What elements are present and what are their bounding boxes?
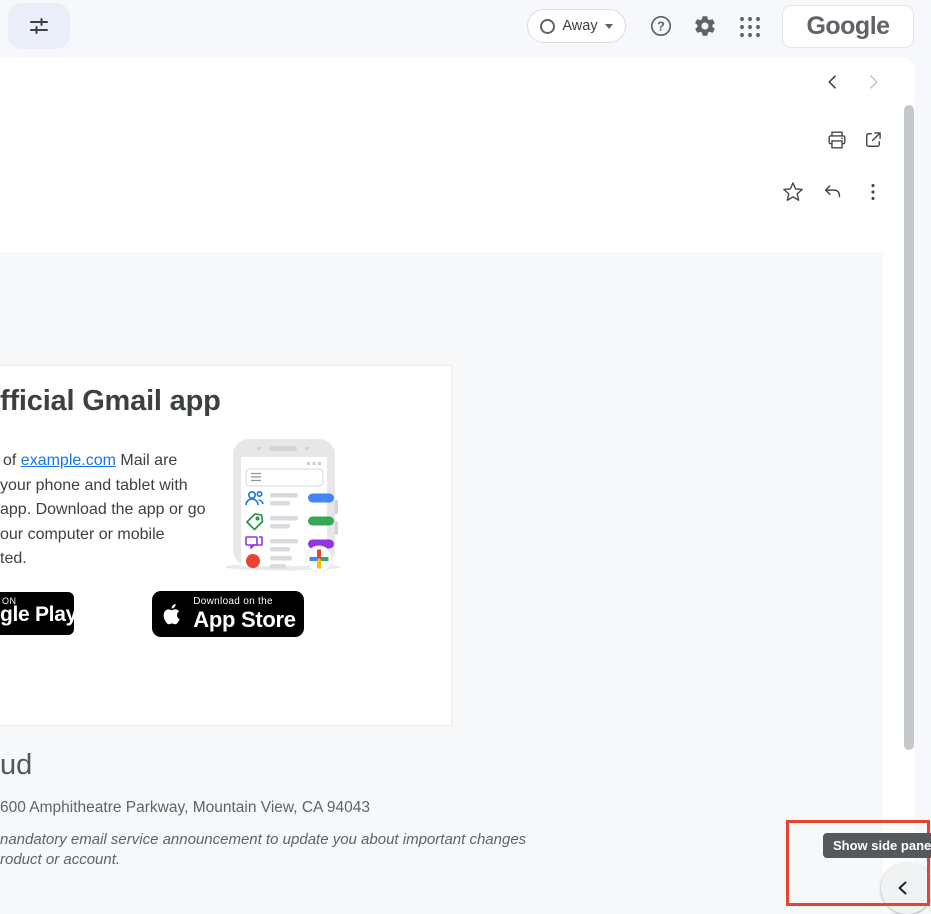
app-store-badge-main-text: App Store bbox=[193, 609, 295, 631]
help-button[interactable]: ? bbox=[648, 13, 674, 39]
paragraph-line: of example.com Mail are bbox=[0, 449, 205, 474]
paragraph-line: ted. bbox=[0, 547, 205, 572]
google-play-badge[interactable]: ON gle Play bbox=[0, 592, 74, 635]
google-logo: Google bbox=[806, 12, 889, 41]
settings-button[interactable] bbox=[692, 13, 718, 39]
star-icon bbox=[782, 181, 804, 203]
promo-heading: fficial Gmail app bbox=[0, 384, 221, 418]
open-in-new-button[interactable] bbox=[861, 128, 885, 152]
email-footer-brand: ud bbox=[0, 750, 32, 780]
google-logo-box: Google bbox=[782, 5, 914, 48]
gear-icon bbox=[693, 14, 717, 38]
newer-message-button[interactable] bbox=[821, 70, 845, 94]
red-dot-icon bbox=[246, 554, 260, 568]
email-footer-address: 600 Amphitheatre Parkway, Mountain View,… bbox=[0, 799, 370, 817]
show-side-panel-tooltip: Show side panel bbox=[823, 833, 931, 858]
caret-down-icon bbox=[605, 24, 613, 29]
printer-icon bbox=[826, 129, 848, 151]
scrollbar-thumb[interactable] bbox=[904, 105, 914, 750]
apple-icon bbox=[160, 601, 184, 628]
google-play-badge-main-text: gle Play bbox=[0, 603, 74, 627]
status-dropdown[interactable]: Away bbox=[527, 9, 626, 43]
more-options-button[interactable] bbox=[861, 180, 885, 204]
quick-settings-button[interactable] bbox=[8, 3, 70, 49]
paragraph-line: our computer or mobile bbox=[0, 523, 205, 548]
apps-button[interactable] bbox=[737, 14, 763, 40]
compose-fab-icon bbox=[306, 546, 332, 572]
chevron-left-icon bbox=[895, 879, 913, 897]
svg-text:?: ? bbox=[657, 19, 665, 33]
paragraph-text: Mail are bbox=[116, 452, 177, 469]
apps-grid-icon bbox=[740, 17, 760, 37]
promo-paragraph: of example.com Mail are your phone and t… bbox=[0, 449, 205, 572]
open-in-new-icon bbox=[863, 130, 883, 150]
star-button[interactable] bbox=[781, 180, 805, 204]
show-side-panel-button[interactable] bbox=[881, 862, 931, 914]
print-button[interactable] bbox=[825, 128, 849, 152]
chevron-left-icon bbox=[823, 72, 843, 92]
email-footer-disclaimer: nandatory email service announcement to … bbox=[0, 831, 526, 848]
example-link[interactable]: example.com bbox=[21, 452, 116, 469]
paragraph-text: of bbox=[3, 452, 21, 469]
older-message-button[interactable] bbox=[861, 70, 885, 94]
status-label: Away bbox=[562, 18, 597, 34]
presence-circle-icon bbox=[540, 19, 555, 34]
phone-illustration bbox=[220, 438, 352, 572]
more-vert-icon bbox=[862, 181, 884, 203]
help-icon: ? bbox=[649, 14, 673, 38]
gmail-app: { "header": { "away_label": "Away", "goo… bbox=[0, 0, 931, 912]
paragraph-line: app. Download the app or go bbox=[0, 498, 205, 523]
email-footer-disclaimer: roduct or account. bbox=[0, 851, 120, 868]
reply-icon bbox=[822, 181, 844, 203]
reply-button[interactable] bbox=[821, 180, 845, 204]
chevron-right-icon bbox=[863, 72, 883, 92]
app-store-badge-text: Download on the App Store bbox=[193, 597, 295, 631]
top-bar: Away ? Google bbox=[0, 0, 931, 52]
tune-icon bbox=[27, 14, 51, 38]
app-store-badge-top-text: Download on the bbox=[193, 597, 295, 607]
app-store-badge[interactable]: Download on the App Store bbox=[152, 591, 304, 637]
paragraph-line: your phone and tablet with bbox=[0, 474, 205, 499]
